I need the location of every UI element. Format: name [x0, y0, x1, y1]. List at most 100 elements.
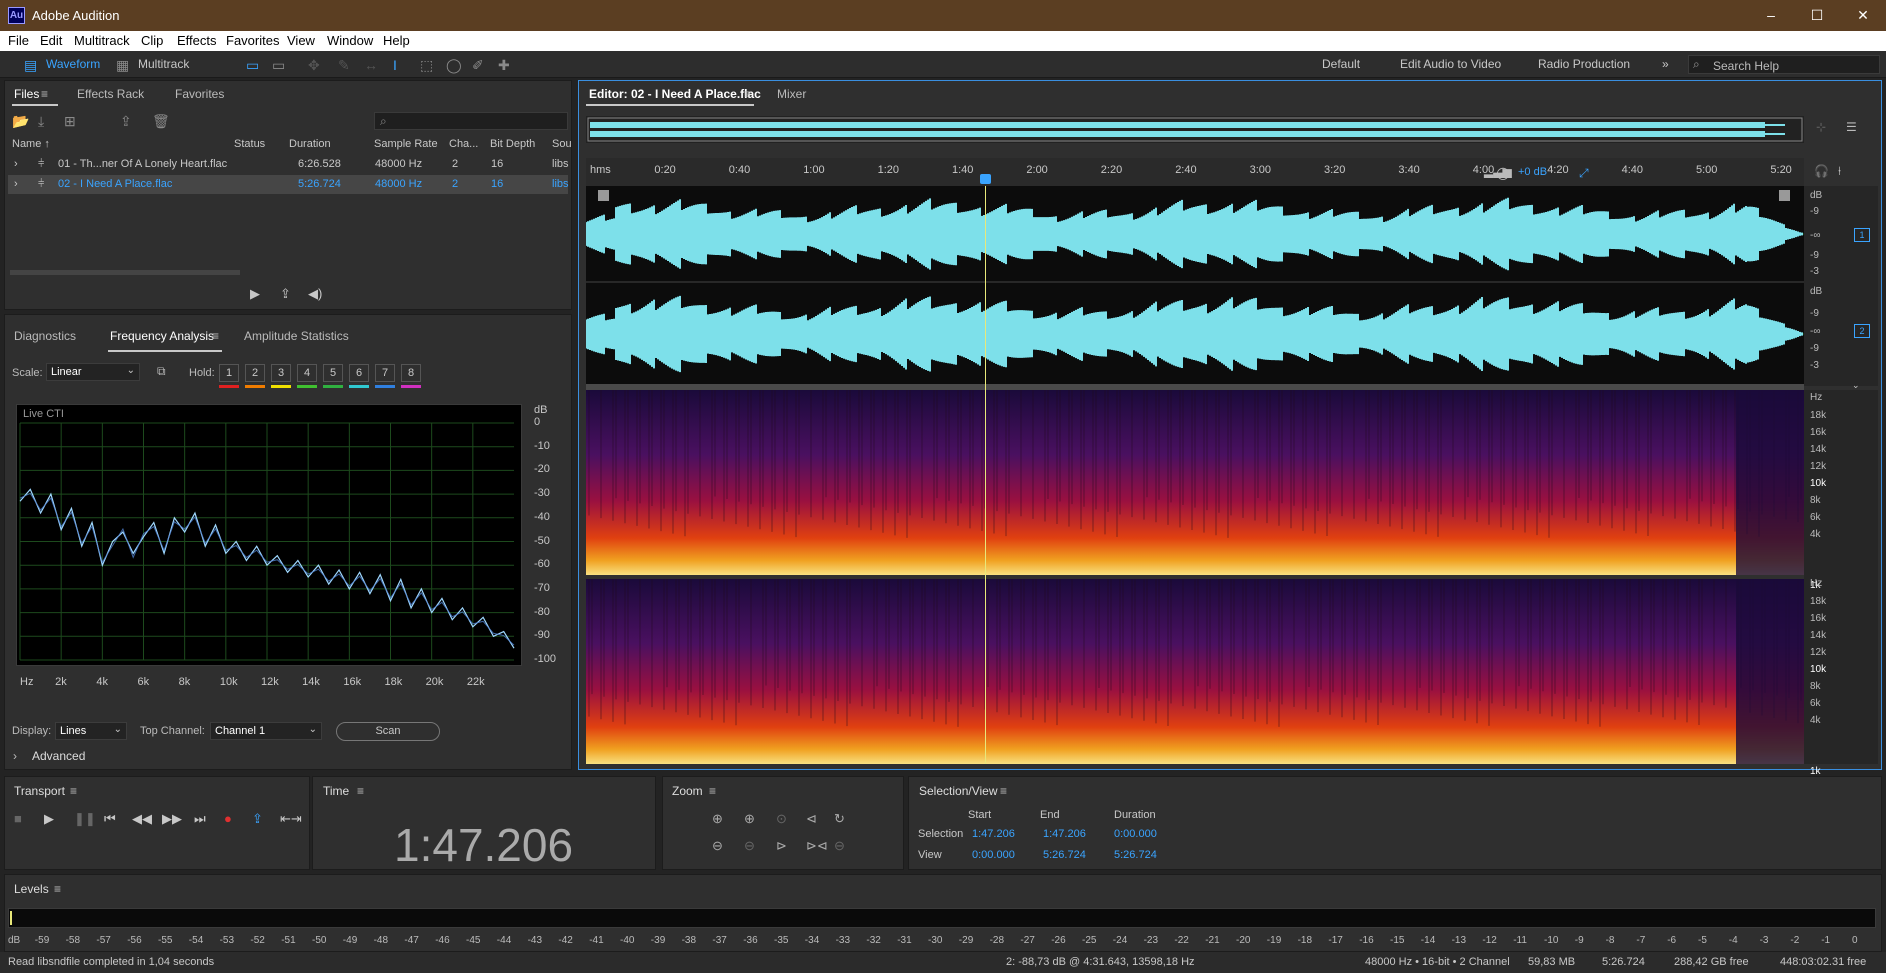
zoom-to-fit-icon[interactable]: ⊹ — [1816, 120, 1826, 134]
move-to-next-button[interactable]: ⏭ — [194, 811, 206, 827]
col-sample-rate[interactable]: Sample Rate — [374, 138, 438, 150]
play-button[interactable]: ▶ — [44, 811, 54, 827]
tab-files[interactable]: Files — [14, 87, 39, 101]
overview-waveform[interactable] — [586, 116, 1804, 143]
tab-effects-rack[interactable]: Effects Rack — [77, 87, 144, 101]
menu-edit[interactable]: Edit — [40, 33, 62, 48]
copy-icon[interactable]: ⧉ — [157, 364, 166, 379]
workspace-radio-production[interactable]: Radio Production — [1538, 57, 1630, 71]
autoplay-icon[interactable]: ◀) — [308, 286, 322, 302]
brush-tool-icon[interactable]: ✐ — [472, 57, 484, 74]
menu-help[interactable]: Help — [383, 33, 410, 48]
menu-window[interactable]: Window — [327, 33, 373, 48]
search-help-box[interactable]: ⌕ Search Help — [1688, 55, 1880, 74]
panel-menu-icon[interactable]: ≡ — [709, 784, 716, 798]
expand-chevron-icon[interactable]: › — [14, 158, 18, 170]
marker-pin-icon[interactable]: ⍿ — [1838, 164, 1841, 179]
files-search-input[interactable]: ⌕ — [374, 112, 568, 130]
expand-chevron-icon[interactable]: › — [14, 178, 18, 190]
delete-icon[interactable]: 🗑 — [152, 113, 170, 130]
zoom-out-time-icon[interactable]: ⊖ — [744, 838, 755, 854]
skip-selection-button[interactable]: ⇤⇥ — [280, 811, 302, 827]
spectral-frequency-display[interactable] — [586, 390, 1804, 764]
fade-out-handle[interactable] — [1779, 190, 1790, 201]
panel-options-icon[interactable]: ☰ — [1846, 120, 1857, 134]
pin-icon[interactable]: ⤢ — [1579, 166, 1589, 181]
hold-button-5[interactable]: 5 — [323, 364, 343, 382]
view-end[interactable]: 5:26.724 — [1043, 849, 1086, 861]
table-row[interactable]: › ⫩ 01 - Th...ner Of A Lonely Heart.flac… — [8, 155, 569, 174]
zoom-out-amplitude-icon[interactable]: ⊖ — [712, 838, 723, 854]
tab-amplitude-statistics[interactable]: Amplitude Statistics — [244, 329, 349, 343]
panel-menu-icon[interactable]: ≡ — [54, 882, 61, 896]
slip-tool-icon[interactable]: ↔ — [364, 57, 378, 73]
workspace-default[interactable]: Default — [1322, 57, 1360, 71]
waveform-display-icon[interactable]: ▭ — [246, 57, 259, 74]
col-bit-depth[interactable]: Bit Depth — [490, 138, 535, 150]
col-channels[interactable]: Cha... — [449, 138, 478, 150]
move-to-previous-button[interactable]: ⏮ — [104, 811, 116, 827]
healing-tool-icon[interactable]: ✚ — [498, 57, 510, 74]
more-workspaces-button[interactable]: » — [1662, 57, 1669, 71]
waveform-display[interactable] — [586, 186, 1804, 386]
zoom-reset-icon[interactable]: ↻ — [834, 811, 845, 827]
view-duration[interactable]: 5:26.724 — [1114, 849, 1157, 861]
tab-mixer[interactable]: Mixer — [777, 87, 806, 101]
zoom-out-full-icon[interactable]: ⊙ — [776, 811, 787, 827]
spectral-display-icon[interactable]: ▭ — [272, 57, 285, 74]
maximize-button[interactable]: ☐ — [1794, 0, 1840, 31]
menu-multitrack[interactable]: Multitrack — [74, 33, 130, 48]
move-tool-icon[interactable]: ✥ — [308, 57, 320, 74]
selection-start[interactable]: 1:47.206 — [972, 828, 1015, 840]
horizontal-scrollbar[interactable] — [10, 270, 240, 275]
panel-menu-icon[interactable]: ≡ — [70, 784, 77, 798]
time-selection-tool-icon[interactable]: I — [393, 57, 397, 73]
col-name[interactable]: Name ↑ — [12, 138, 50, 150]
panel-menu-icon[interactable]: ≡ — [212, 329, 219, 343]
table-row-selected[interactable]: › ⫩ 02 - I Need A Place.flac 5:26.724 48… — [8, 175, 569, 194]
record-button[interactable]: ● — [224, 811, 232, 826]
display-select[interactable]: Lines ⌄ — [55, 722, 127, 740]
close-button[interactable]: ✕ — [1840, 0, 1886, 31]
razor-tool-icon[interactable]: ✎ — [338, 57, 350, 74]
col-duration[interactable]: Duration — [289, 138, 331, 150]
tab-diagnostics[interactable]: Diagnostics — [14, 329, 76, 343]
tab-favorites[interactable]: Favorites — [175, 87, 224, 101]
advanced-toggle[interactable]: Advanced — [32, 749, 85, 763]
menu-view[interactable]: View — [287, 33, 315, 48]
zoom-selection-icon[interactable]: ⊳⊲ — [806, 838, 828, 854]
fade-in-handle[interactable] — [598, 190, 609, 201]
panel-menu-icon[interactable]: ≡ — [1000, 784, 1007, 798]
volume-knob-icon[interactable]: ◷ — [1496, 163, 1510, 183]
scan-button[interactable]: Scan — [336, 722, 440, 741]
panel-menu-icon[interactable]: ≡ — [744, 87, 751, 101]
channel-2-toggle[interactable]: 2 — [1854, 324, 1870, 338]
headphones-icon[interactable]: 🎧 — [1814, 164, 1829, 178]
search-help-input[interactable]: Search Help — [1713, 59, 1779, 73]
selection-end[interactable]: 1:47.206 — [1043, 828, 1086, 840]
tab-editor[interactable]: Editor: 02 - I Need A Place.flac — [589, 87, 761, 101]
marquee-tool-icon[interactable]: ⬚ — [420, 57, 433, 74]
import-file-icon[interactable]: ⤓ — [38, 113, 44, 130]
view-start[interactable]: 0:00.000 — [972, 849, 1015, 861]
scale-select[interactable]: Linear ⌄ — [46, 363, 140, 381]
menu-clip[interactable]: Clip — [141, 33, 163, 48]
open-file-icon[interactable]: 📂 — [12, 113, 29, 130]
gain-value[interactable]: +0 dB — [1518, 166, 1547, 178]
hold-button-4[interactable]: 4 — [297, 364, 317, 382]
hold-button-7[interactable]: 7 — [375, 364, 395, 382]
menu-favorites[interactable]: Favorites — [226, 33, 279, 48]
expand-chevron-icon[interactable]: › — [13, 749, 17, 763]
menu-effects[interactable]: Effects — [177, 33, 217, 48]
lasso-tool-icon[interactable]: ◯ — [446, 57, 462, 74]
tab-frequency-analysis[interactable]: Frequency Analysis — [110, 329, 214, 343]
new-file-icon[interactable]: ⊞ — [64, 113, 76, 130]
fast-forward-button[interactable]: ▶▶ — [162, 811, 182, 827]
playhead-line[interactable] — [985, 186, 986, 764]
loop-playback-button[interactable]: ⇪ — [252, 811, 263, 827]
waveform-view-button[interactable]: Waveform — [46, 57, 100, 71]
zoom-in-amplitude-icon[interactable]: ⊕ — [712, 811, 723, 827]
hold-button-3[interactable]: 3 — [271, 364, 291, 382]
playhead-marker[interactable] — [980, 174, 991, 184]
panel-menu-icon[interactable]: ≡ — [357, 784, 364, 798]
